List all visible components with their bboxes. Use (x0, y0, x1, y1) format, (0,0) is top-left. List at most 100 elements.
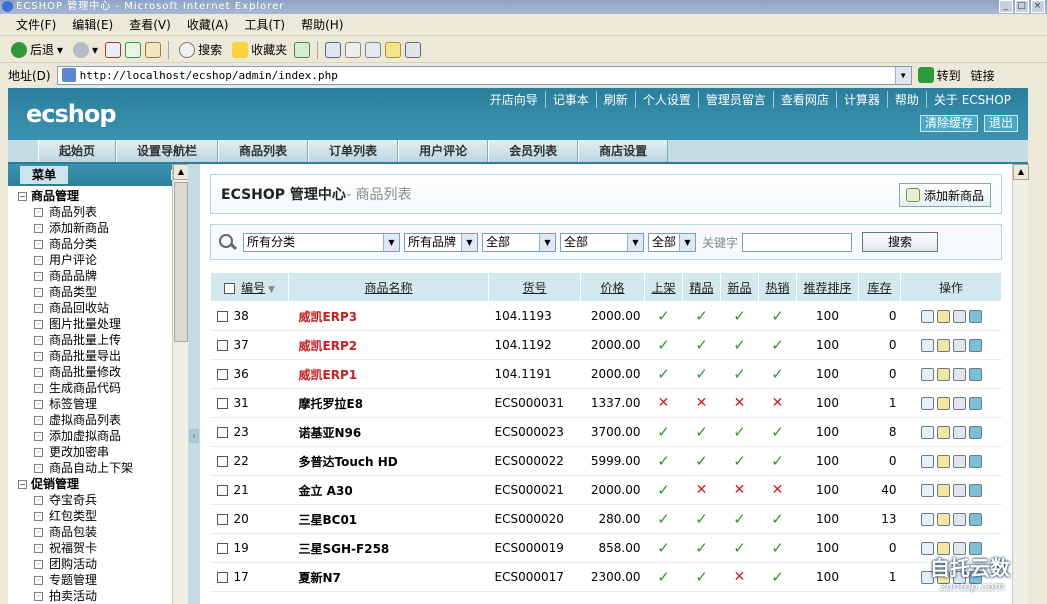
cell-hot[interactable]: ✓ (758, 533, 797, 563)
cell-onsale[interactable]: ✓ (644, 330, 683, 360)
nav-personal-settings[interactable]: 个人设置 (634, 91, 698, 108)
cell-stock[interactable]: 0 (858, 446, 901, 476)
check-icon[interactable]: ✓ (733, 510, 746, 528)
view-icon[interactable] (920, 425, 934, 439)
nav-setup-wizard[interactable]: 开店向导 (483, 91, 545, 108)
check-icon[interactable]: ✓ (657, 307, 670, 325)
check-icon[interactable]: ✓ (771, 336, 784, 354)
links-button[interactable]: 链接 (971, 67, 995, 84)
check-icon[interactable]: ✓ (695, 539, 708, 557)
cell-new[interactable]: ✓ (720, 301, 759, 331)
cell-stock[interactable]: 0 (858, 301, 901, 331)
messenger-icon[interactable] (405, 41, 422, 58)
cell-sort[interactable]: 100 (796, 533, 859, 563)
search-button[interactable]: 搜索 (176, 41, 225, 58)
tab-goods-list[interactable]: 商品列表 (218, 140, 309, 162)
cell-hot[interactable]: ✓ (758, 562, 797, 592)
cell-name[interactable]: 多普达Touch HD (288, 446, 489, 476)
check-icon[interactable]: ✓ (695, 568, 708, 586)
col-price[interactable]: 价格 (580, 272, 645, 302)
cell-best[interactable]: ✓ (682, 533, 721, 563)
edit-icon[interactable] (936, 454, 950, 468)
sidebar-scrollbar[interactable]: ▲ (172, 164, 189, 604)
sidebar-item[interactable]: · 夺宝奇兵 (18, 492, 187, 508)
cell-sn[interactable]: ECS000021 (488, 475, 581, 505)
cross-icon[interactable]: ✕ (658, 395, 670, 411)
cell-sort[interactable]: 100 (796, 504, 859, 534)
check-icon[interactable]: ✓ (771, 423, 784, 441)
sidebar-item[interactable]: · 标签管理 (18, 396, 187, 412)
sidebar-item[interactable]: · 商品批量修改 (18, 364, 187, 380)
check-icon[interactable]: ✓ (771, 539, 784, 557)
copy-icon[interactable] (952, 367, 966, 381)
check-icon[interactable]: ✓ (771, 510, 784, 528)
cell-sn[interactable]: ECS000031 (488, 388, 581, 418)
print-icon[interactable] (345, 41, 362, 58)
check-icon[interactable]: ✓ (771, 307, 784, 325)
scroll-up-icon[interactable]: ▲ (1013, 164, 1029, 180)
cell-name[interactable]: 威凯ERP2 (288, 330, 489, 360)
cell-onsale[interactable]: ✓ (644, 446, 683, 476)
trash-icon[interactable] (968, 367, 982, 381)
cell-name[interactable]: 三星SGH-F258 (288, 533, 489, 563)
scroll-thumb[interactable] (174, 182, 188, 342)
minimize-button[interactable]: _ (999, 0, 1013, 13)
sidebar-item[interactable]: · 商品批量导出 (18, 348, 187, 364)
folder-icon[interactable] (385, 41, 402, 58)
go-button[interactable]: 转到 (917, 67, 961, 84)
close-button[interactable]: × (1031, 0, 1045, 13)
brand-select[interactable]: 所有品牌 (404, 232, 478, 252)
cell-new[interactable]: ✓ (720, 359, 759, 389)
collapse-box-icon[interactable]: − (18, 479, 27, 489)
check-icon[interactable]: ✓ (657, 365, 670, 383)
cell-best[interactable]: ✓ (682, 562, 721, 592)
cell-price[interactable]: 2000.00 (580, 301, 645, 331)
view-icon[interactable] (920, 338, 934, 352)
trash-icon[interactable] (968, 483, 982, 497)
cell-price[interactable]: 2000.00 (580, 330, 645, 360)
history-icon[interactable] (294, 41, 311, 58)
check-icon[interactable]: ✓ (733, 307, 746, 325)
col-best[interactable]: 精品 (682, 272, 721, 302)
filter-select-4[interactable]: 全部 (560, 232, 644, 252)
cell-sn[interactable]: ECS000019 (488, 533, 581, 563)
copy-icon[interactable] (952, 396, 966, 410)
favorites-button[interactable]: 收藏夹 (229, 41, 290, 58)
cell-name[interactable]: 金立 A30 (288, 475, 489, 505)
sidebar-item[interactable]: · 更改加密串 (18, 444, 187, 460)
check-icon[interactable]: ✓ (657, 336, 670, 354)
nav-admin-messages[interactable]: 管理员留言 (697, 91, 773, 108)
check-icon[interactable]: ✓ (733, 365, 746, 383)
scroll-up-icon[interactable]: ▲ (173, 164, 189, 180)
cell-onsale[interactable]: ✓ (644, 475, 683, 505)
cell-name[interactable]: 威凯ERP1 (288, 359, 489, 389)
cell-sort[interactable]: 100 (796, 388, 859, 418)
cell-hot[interactable]: ✓ (758, 446, 797, 476)
row-checkbox[interactable] (216, 340, 228, 351)
row-checkbox[interactable] (216, 398, 228, 409)
cell-sort[interactable]: 100 (796, 330, 859, 360)
add-goods-button[interactable]: 添加新商品 (898, 183, 991, 207)
copy-icon[interactable] (952, 454, 966, 468)
sidebar-item[interactable]: · 商品包装 (18, 524, 187, 540)
cell-name[interactable]: 夏新N7 (288, 562, 489, 592)
keyword-input[interactable] (742, 232, 853, 252)
tab-nav-settings[interactable]: 设置导航栏 (116, 140, 219, 162)
cell-onsale[interactable]: ✓ (644, 562, 683, 592)
cell-name[interactable]: 诺基亚N96 (288, 417, 489, 447)
cell-best[interactable]: ✓ (682, 446, 721, 476)
cross-icon[interactable]: ✕ (772, 395, 784, 411)
tab-member-list[interactable]: 会员列表 (488, 140, 579, 162)
maximize-button[interactable]: □ (1015, 0, 1029, 13)
cross-icon[interactable]: ✕ (734, 482, 746, 498)
check-icon[interactable]: ✓ (771, 452, 784, 470)
nav-refresh[interactable]: 刷新 (595, 91, 635, 108)
cell-sn[interactable]: ECS000020 (488, 504, 581, 534)
cell-new[interactable]: ✓ (720, 330, 759, 360)
cell-price[interactable]: 858.00 (580, 533, 645, 563)
search-button[interactable]: 搜索 (862, 232, 939, 252)
cell-stock[interactable]: 8 (858, 417, 901, 447)
check-icon[interactable]: ✓ (657, 539, 670, 557)
cell-sn[interactable]: 104.1192 (488, 330, 581, 360)
cell-stock[interactable]: 40 (858, 475, 901, 505)
